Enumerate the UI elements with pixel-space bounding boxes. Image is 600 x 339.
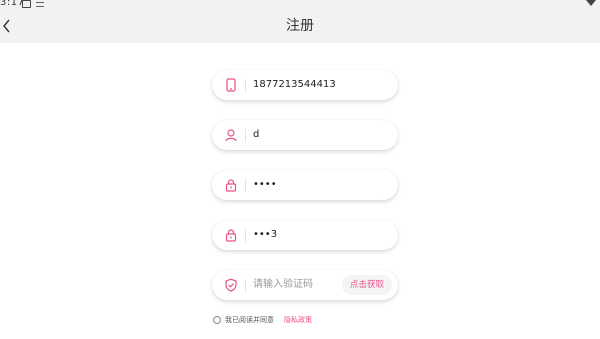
user-icon xyxy=(225,129,237,142)
field-divider xyxy=(245,279,246,292)
phone-field[interactable]: 1877213544413 xyxy=(212,70,398,100)
password-field[interactable]: •••• xyxy=(212,170,398,200)
notification-icon xyxy=(22,0,31,8)
verification-code-input[interactable]: 请输入验证码 xyxy=(253,270,313,300)
phone-input[interactable]: 1877213544413 xyxy=(253,70,336,100)
username-field[interactable]: d xyxy=(212,120,398,150)
status-time: 3:17 xyxy=(0,0,25,8)
page-title: 注册 xyxy=(286,18,314,34)
lock-icon xyxy=(225,229,237,242)
signal-icon xyxy=(586,0,596,6)
shield-check-icon xyxy=(225,278,237,292)
agreement-radio[interactable] xyxy=(213,316,221,324)
chevron-left-icon xyxy=(3,19,10,33)
lock-icon xyxy=(225,179,237,192)
field-divider xyxy=(245,129,246,142)
field-divider xyxy=(245,79,246,92)
agreement-text: 我已阅读并同意 xyxy=(225,316,274,324)
privacy-policy-link[interactable]: 隐私政策 xyxy=(284,314,312,326)
username-input[interactable]: d xyxy=(253,120,259,150)
password-input[interactable]: •••• xyxy=(253,170,277,200)
confirm-password-field[interactable]: •••3 xyxy=(212,220,398,250)
verification-code-field[interactable]: 请输入验证码 点击获取 xyxy=(212,270,398,300)
get-code-button[interactable]: 点击获取 xyxy=(342,275,392,295)
confirm-password-input[interactable]: •••3 xyxy=(253,220,277,250)
phone-icon xyxy=(226,78,236,92)
field-divider xyxy=(245,179,246,192)
nav-bar: 注册 xyxy=(0,10,600,43)
back-button[interactable] xyxy=(0,10,26,43)
field-divider xyxy=(245,229,246,242)
notification-icon-2 xyxy=(36,2,44,7)
status-bar: 3:17 xyxy=(0,0,600,10)
